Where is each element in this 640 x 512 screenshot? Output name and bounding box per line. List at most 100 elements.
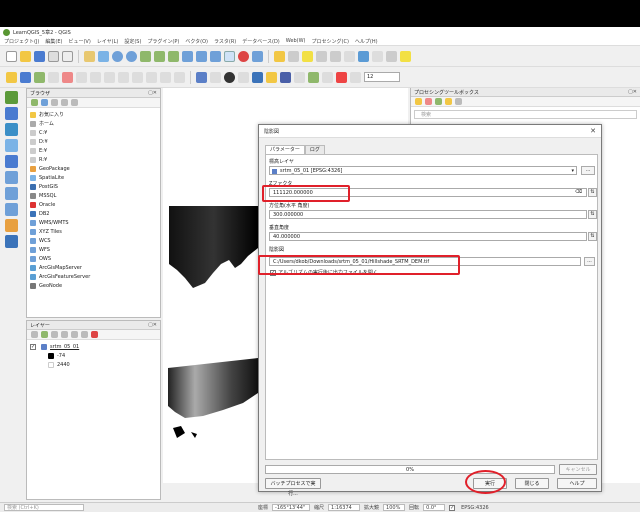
zoom-full-icon[interactable] (140, 50, 151, 62)
refresh-icon[interactable] (252, 50, 263, 62)
zoom-last-icon[interactable] (196, 50, 207, 62)
menu-view[interactable]: ビュー(V) (68, 38, 90, 45)
database-icon[interactable] (196, 71, 207, 83)
menu-project[interactable]: プロジェクト(J) (4, 38, 39, 45)
snapping-tolerance-field[interactable]: 12 (364, 72, 400, 82)
close-button[interactable]: 閉じる (515, 478, 549, 489)
add-raster-icon[interactable] (48, 71, 59, 83)
menu-vector[interactable]: ベクタ(O) (185, 38, 208, 45)
scale-field[interactable]: 1:16374 (328, 504, 361, 511)
add-delimited-icon[interactable] (4, 123, 18, 136)
add-wfs-icon[interactable] (4, 203, 18, 216)
menu-layer[interactable]: レイヤ(L) (97, 38, 119, 45)
cancel-button[interactable]: キャンセル (559, 464, 597, 475)
reference-icon[interactable] (280, 71, 291, 83)
add-spatialite-icon[interactable] (4, 139, 18, 152)
browser-item-mssql[interactable]: MSSQL (30, 191, 157, 200)
add-raster-layer-icon[interactable] (4, 107, 18, 120)
cut-icon[interactable] (90, 71, 101, 83)
menu-settings[interactable]: 設定(S) (124, 38, 141, 45)
dialog-close-icon[interactable]: ✕ (590, 127, 596, 135)
menu-help[interactable]: ヘルプ(H) (355, 38, 378, 45)
crs-label[interactable]: EPSG:4326 (461, 505, 489, 511)
properties-icon[interactable] (71, 99, 78, 106)
history-icon[interactable] (425, 98, 432, 105)
panel-float-close-icon[interactable]: ▢✕ (628, 89, 637, 95)
vertical-angle-spinner[interactable]: ⇅ (588, 232, 597, 241)
expand-icon[interactable] (71, 331, 78, 338)
layer-visibility-checkbox[interactable]: ✓ (30, 343, 36, 350)
browser-item-db2[interactable]: DB2 (30, 209, 157, 218)
add-vector-layer-icon[interactable] (4, 91, 18, 104)
collapse-icon[interactable] (61, 99, 68, 106)
results-icon[interactable] (435, 98, 442, 105)
redo-icon[interactable] (146, 71, 157, 83)
attribute-table-icon[interactable] (330, 50, 341, 62)
pan-icon[interactable] (84, 50, 95, 62)
menu-plugins[interactable]: プラグイン(P) (147, 38, 179, 45)
add-group-icon[interactable] (41, 331, 48, 338)
statistics-icon[interactable] (344, 50, 355, 62)
browser-item-favorites[interactable]: お気に入り (30, 110, 157, 119)
browser-item-xyz[interactable]: XYZ Tiles (30, 227, 157, 236)
browser-item-c[interactable]: C:¥ (30, 128, 157, 137)
options-icon[interactable] (455, 98, 462, 105)
render-checkbox[interactable]: ✓ (449, 504, 456, 511)
identify-icon[interactable] (274, 50, 285, 62)
output-path-input[interactable]: C:/Users/dkob/Downloads/srtm_05_01/Hills… (269, 257, 581, 266)
new-layer-icon[interactable] (4, 219, 18, 232)
models-icon[interactable] (415, 98, 422, 105)
annotation-icon[interactable] (386, 50, 397, 62)
zoom-out-icon[interactable] (126, 50, 137, 62)
processing-search-input[interactable]: 検索 (414, 110, 637, 119)
zoom-in-icon[interactable] (112, 50, 123, 62)
zoom-layer-icon[interactable] (168, 50, 179, 62)
select-icon[interactable] (302, 50, 313, 62)
layer-diagram-icon[interactable] (294, 71, 305, 83)
vertex-tool-icon[interactable] (62, 71, 73, 83)
refresh-browser-icon[interactable] (41, 99, 48, 106)
batch-process-button[interactable]: バッチプロセスで実行... (265, 478, 321, 497)
browser-item-home[interactable]: ホーム (30, 119, 157, 128)
tab-log[interactable]: ログ (304, 145, 325, 154)
menu-edit[interactable]: 編集(E) (45, 38, 62, 45)
browser-item-wms[interactable]: WMS/WMTS (30, 218, 157, 227)
filter-legend-icon[interactable] (61, 331, 68, 338)
georef-icon[interactable] (308, 71, 319, 83)
add-postgis-icon[interactable] (4, 155, 18, 168)
locator-search-input[interactable]: 検索 (Ctrl+K) (4, 504, 84, 511)
label-pin-icon[interactable] (174, 71, 185, 83)
browser-item-postgis[interactable]: PostGIS (30, 182, 157, 191)
python-console-icon[interactable] (252, 71, 263, 83)
text-annotation-icon[interactable] (400, 50, 411, 62)
menu-raster[interactable]: ラスタ(R) (214, 38, 236, 45)
metasearch-icon[interactable] (266, 71, 277, 83)
remove-layer-icon[interactable] (91, 331, 98, 338)
layer-row[interactable]: ✓ srtm_05_01 (30, 342, 157, 351)
digitize-icon[interactable] (6, 71, 17, 83)
new-map-view-icon[interactable] (224, 50, 235, 62)
browser-item-ows[interactable]: OWS (30, 254, 157, 263)
save-project-icon[interactable] (34, 50, 45, 62)
temporal-controller-icon[interactable] (238, 50, 249, 62)
add-wcs-icon[interactable] (4, 187, 18, 200)
zoom-next-icon[interactable] (210, 50, 221, 62)
browser-item-arcgis-feature[interactable]: ArcGisFeatureServer (30, 272, 157, 281)
clear-icon[interactable]: ⌫ (575, 189, 582, 195)
run-button[interactable]: 実行 (473, 478, 507, 489)
snapping-icon[interactable] (350, 71, 361, 83)
add-wms-icon[interactable] (4, 171, 18, 184)
deselect-icon[interactable] (316, 50, 327, 62)
eye-icon[interactable] (51, 331, 58, 338)
browser-item-wfs[interactable]: WFS (30, 245, 157, 254)
menu-database[interactable]: データベース(D) (242, 38, 280, 45)
add-selected-icon[interactable] (31, 99, 38, 106)
style-icon[interactable] (31, 331, 38, 338)
rotation-field[interactable]: 0.0° (423, 504, 446, 511)
pan-to-selection-icon[interactable] (98, 50, 109, 62)
paste-icon[interactable] (118, 71, 129, 83)
coord-field[interactable]: -165°13'44" (272, 504, 311, 511)
plugin-icon[interactable] (238, 71, 249, 83)
help-button[interactable]: ヘルプ (557, 478, 597, 489)
undo-icon[interactable] (132, 71, 143, 83)
